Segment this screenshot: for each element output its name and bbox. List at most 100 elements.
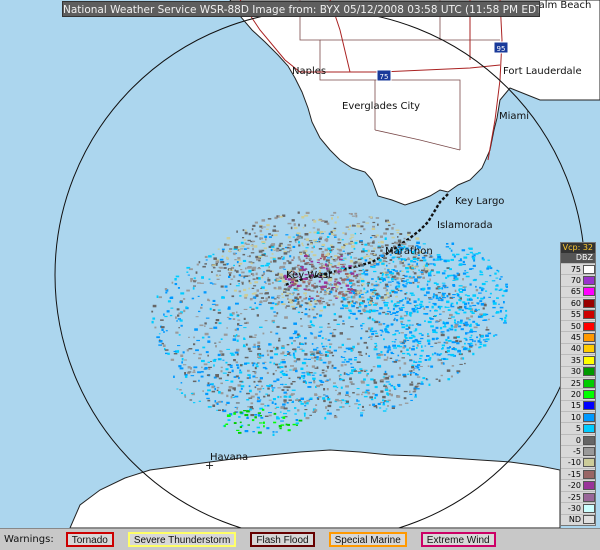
radar-echo xyxy=(289,354,292,356)
city-label-miami: Miami xyxy=(499,111,530,122)
radar-echo xyxy=(304,214,309,217)
radar-echo xyxy=(388,262,391,265)
radar-echo xyxy=(417,323,422,326)
radar-echo xyxy=(364,250,368,252)
radar-echo xyxy=(201,336,205,339)
radar-echo xyxy=(259,225,263,228)
radar-echo xyxy=(311,374,315,376)
radar-echo xyxy=(343,295,346,297)
radar-echo xyxy=(394,286,397,289)
radar-echo xyxy=(443,341,446,344)
radar-echo xyxy=(324,338,327,340)
radar-echo xyxy=(250,395,255,398)
radar-echo xyxy=(199,324,204,327)
radar-echo xyxy=(505,289,508,292)
radar-echo xyxy=(347,301,350,304)
radar-echo xyxy=(345,226,349,228)
radar-echo xyxy=(270,248,273,252)
warning-severe-thunderstorm-button[interactable]: Severe Thunderstorm xyxy=(127,532,237,547)
radar-echo xyxy=(240,241,244,244)
radar-echo xyxy=(412,345,415,348)
radar-echo xyxy=(380,390,384,393)
radar-echo xyxy=(227,371,232,374)
radar-echo xyxy=(404,275,408,278)
radar-echo xyxy=(200,282,204,284)
radar-echo xyxy=(303,358,307,360)
radar-echo xyxy=(323,255,326,259)
radar-echo xyxy=(479,338,481,340)
radar-echo xyxy=(412,368,415,371)
radar-echo xyxy=(387,307,390,310)
radar-echo xyxy=(213,364,215,367)
radar-echo xyxy=(342,265,345,268)
radar-echo xyxy=(411,381,414,383)
radar-echo xyxy=(344,243,349,245)
radar-echo xyxy=(283,399,287,402)
radar-echo xyxy=(477,302,480,305)
radar-echo xyxy=(283,252,288,255)
radar-echo xyxy=(473,254,476,257)
radar-echo xyxy=(427,365,430,367)
radar-echo xyxy=(300,284,302,287)
radar-echo xyxy=(501,294,505,297)
radar-echo xyxy=(325,259,330,262)
radar-echo xyxy=(330,214,334,216)
radar-echo xyxy=(348,316,351,319)
warning-tornado-button[interactable]: Tornado xyxy=(65,532,114,547)
radar-echo xyxy=(270,306,274,310)
radar-echo xyxy=(333,260,337,262)
warning-special-marine-button[interactable]: Special Marine xyxy=(328,532,407,547)
radar-echo xyxy=(333,382,336,384)
warning-flash-flood-button[interactable]: Flash Flood xyxy=(250,532,315,547)
radar-echo xyxy=(286,260,290,262)
radar-echo xyxy=(442,362,445,365)
radar-echo xyxy=(403,390,408,393)
radar-echo xyxy=(250,252,255,254)
radar-echo xyxy=(431,305,434,309)
radar-echo xyxy=(401,357,405,359)
radar-echo xyxy=(329,291,331,293)
radar-echo xyxy=(421,256,426,259)
radar-echo xyxy=(446,267,450,269)
radar-echo xyxy=(382,259,386,262)
legend-row: -15 xyxy=(561,468,595,479)
radar-echo xyxy=(414,353,417,356)
radar-echo xyxy=(441,282,446,284)
radar-echo xyxy=(151,320,154,324)
radar-echo xyxy=(261,219,266,222)
radar-echo xyxy=(256,384,259,386)
radar-echo xyxy=(292,423,296,426)
radar-echo xyxy=(447,340,451,342)
radar-echo xyxy=(379,235,383,238)
radar-echo xyxy=(195,316,199,318)
radar-echo xyxy=(226,327,228,329)
radar-echo xyxy=(173,350,177,352)
warning-extreme-wind-button[interactable]: Extreme Wind xyxy=(420,532,496,547)
radar-echo xyxy=(180,382,183,384)
radar-echo xyxy=(382,395,386,399)
radar-echo xyxy=(313,239,317,242)
radar-echo xyxy=(266,299,269,301)
radar-echo xyxy=(389,357,393,359)
radar-echo xyxy=(345,385,349,388)
radar-echo xyxy=(431,353,434,356)
radar-echo xyxy=(324,220,328,223)
radar-echo xyxy=(419,354,423,357)
legend-level-label: 55 xyxy=(570,310,581,320)
radar-echo xyxy=(359,368,363,370)
radar-echo xyxy=(477,252,481,254)
radar-echo xyxy=(236,407,238,410)
radar-echo xyxy=(425,267,429,269)
radar-echo xyxy=(407,234,410,236)
radar-echo xyxy=(429,310,432,312)
radar-echo xyxy=(340,364,344,367)
radar-echo xyxy=(434,309,438,312)
radar-echo xyxy=(290,305,295,308)
radar-echo xyxy=(236,311,238,314)
radar-echo xyxy=(258,260,261,262)
radar-echo xyxy=(429,318,434,320)
radar-echo xyxy=(267,282,271,285)
radar-echo xyxy=(269,356,274,359)
radar-map: 75 95 + xyxy=(0,0,600,528)
radar-echo xyxy=(261,354,265,357)
